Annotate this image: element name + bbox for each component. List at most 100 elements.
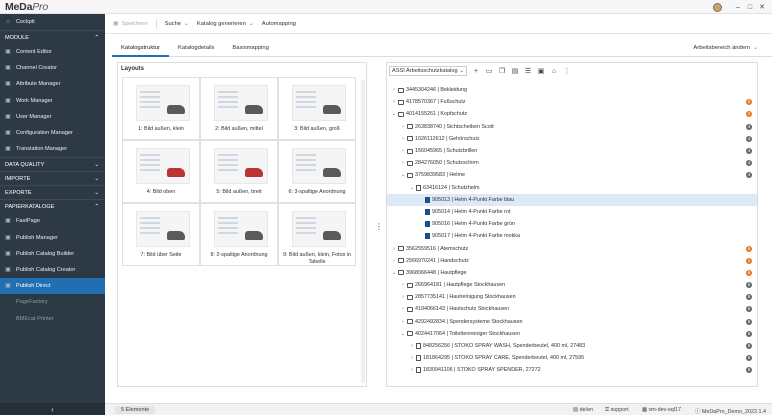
change-workspace-menu[interactable]: Arbeitsbereich ändern ⌄ [693,45,758,51]
chevron-right-icon[interactable]: › [391,99,397,105]
tab-basismapping[interactable]: Basismapping [223,40,277,57]
automapping-button[interactable]: Automapping [262,21,296,27]
tree-row[interactable]: › 181864295 | STOKO SPRAY CARE, Spenderbe… [387,352,757,364]
generate-catalog-menu[interactable]: Katalog generieren ⌄ [197,21,254,27]
sidebar-item-fastpage[interactable]: ▣ FastPage [0,213,105,229]
document-icon[interactable]: ▤ [511,67,519,75]
tree-row[interactable]: › 1830941106 | STOKO SPRAY SPENDER, 27272… [387,364,757,376]
sidebar-item-publish-catalog-builder[interactable]: ▣ Publish Catalog Builder [0,246,105,262]
sidebar-item-publish-direct[interactable]: ▣ Publish Direct [0,278,105,295]
tree-row[interactable]: › 4178570367 | Fußschutz 2 [387,96,757,108]
add-icon[interactable]: + [472,68,480,75]
sidebar-item-label: Publish Catalog Builder [16,250,75,257]
layout-option[interactable]: 3: Bild außen, groß [278,77,356,140]
sidebar-item-publish-catalog-creator[interactable]: ▣ Publish Catalog Creator [0,262,105,278]
save-button[interactable]: ▣ Speichern [113,21,148,27]
more-icon[interactable]: ⋮ [563,67,571,75]
preview-icon[interactable]: ▣ [537,67,545,75]
catalog-select[interactable]: ASSI Arbeitsschutzkatalog ⌄ [389,66,467,76]
tree-row[interactable]: › 1026112612 | Gehörschutz 4 [387,133,757,145]
tree-row[interactable]: › 263838740 | Sichtscheiben Scott 4 [387,121,757,133]
tree-row[interactable]: › 4292492834 | Spendersysteme Stockhausen… [387,316,757,328]
chevron-right-icon[interactable]: › [400,319,406,325]
tree-row[interactable]: › 848256256 | STOKO SPRAY WASH, Spenderbe… [387,340,757,352]
chevron-right-icon[interactable]: › [400,136,406,142]
sidebar-section-data-quality[interactable]: DATA QUALITY ⌄ [0,157,105,171]
sidebar-item-attribute-manager[interactable]: ▣ Attribute Manager [0,76,105,92]
sidebar-item-user-manager[interactable]: ▣ User Manager [0,109,105,125]
home-icon[interactable]: ⌂ [550,68,558,75]
tree-row[interactable]: › 3562559516 | Atemschutz 6 [387,242,757,254]
sidebar-item-configuration-manager[interactable]: ▣ Configuration Manager [0,125,105,141]
tree-row[interactable]: 905017 | Helm 4-Punkt Farbe mokka [387,230,757,242]
sidebar-item-cockpit[interactable]: ⌂ Cockpit [0,14,105,30]
tree-row[interactable]: ⌄ 4024417064 | Toilettenreiniger Stockhau… [387,328,757,340]
layout-option[interactable]: 2: Bild außen, mittel [200,77,278,140]
layout-option[interactable]: 7: Bild über Seite [122,203,200,266]
tree-row[interactable]: ⌄ 3968066448 | Hautpflege 6 [387,267,757,279]
chevron-right-icon[interactable]: › [409,343,415,349]
chevron-down-icon[interactable]: ⌄ [400,331,406,337]
copy-icon[interactable]: ❐ [498,67,506,75]
sidebar-item-publish-manager[interactable]: ▣ Publish Manager [0,230,105,246]
chevron-right-icon[interactable]: › [391,246,397,252]
language-switch[interactable]: ▤ de/en [573,407,593,413]
collapse-sidebar-button[interactable]: ‹ [0,403,105,415]
sidebar-section-exporte[interactable]: EXPORTE ⌄ [0,185,105,199]
chevron-right-icon[interactable]: › [409,367,415,373]
minimize-button[interactable]: – [732,4,744,11]
close-button[interactable]: ✕ [756,3,768,11]
tree-row[interactable]: ⌄ 3759839583 | Helme 4 [387,169,757,181]
sidebar-item-channel-creator[interactable]: ▣ Channel Creator [0,60,105,76]
sidebar-item-bmecat-printer[interactable]: BMEcat Printer [0,310,105,326]
chevron-right-icon[interactable]: › [400,160,406,166]
search-menu[interactable]: Suche ⌄ [165,21,189,27]
sidebar-item-pagefactory[interactable]: PageFactory [0,294,105,310]
layout-option[interactable]: 5: Bild außen, breit [200,140,278,203]
folder-icon[interactable]: ▭ [485,67,493,75]
sidebar-section-importe[interactable]: IMPORTE ⌄ [0,171,105,185]
chevron-right-icon[interactable]: › [391,258,397,264]
tree-row[interactable]: › 2566970241 | Handschutz 1 [387,255,757,267]
chevron-down-icon[interactable]: ⌄ [391,111,397,117]
layout-option[interactable]: 1: Bild außen, klein [122,77,200,140]
chevron-right-icon[interactable]: › [409,355,415,361]
layout-option[interactable]: 6: 3-spaltige Anordnung [278,140,356,203]
user-avatar[interactable] [713,2,722,12]
tree-row[interactable]: › 3445304246 | Bekleidung [387,84,757,96]
sidebar-item-translation-manager[interactable]: ▣ Translation Manager [0,141,105,157]
list-icon[interactable]: ☰ [524,67,532,75]
chevron-right-icon[interactable]: › [391,87,397,93]
tree-row[interactable]: 905016 | Helm 4-Punkt Farbe grün [387,218,757,230]
tree-row[interactable]: › 156045965 | Schutzbrillen 4 [387,145,757,157]
layout-option[interactable]: 8: 2-spaltige Anordnung [200,203,278,266]
chevron-down-icon[interactable]: ⌄ [409,185,415,191]
chevron-right-icon[interactable]: › [400,124,406,130]
tree-row[interactable]: 905013 | Helm 4-Punkt Farbe blau [387,193,757,206]
layout-option[interactable]: 9: Bild außen, klein, Fotos in Tabelle [278,203,356,266]
chevron-down-icon[interactable]: ⌄ [400,172,406,178]
tree-row[interactable]: › 4194066143 | Hautschutz Stockhausen 6 [387,303,757,315]
chevron-right-icon[interactable]: › [400,294,406,300]
sidebar-section-papierkataloge[interactable]: PAPIERKATALOGE ⌃ [0,199,105,213]
support-link[interactable]: ⚿ support [605,407,629,414]
maximize-button[interactable]: □ [744,4,756,11]
chevron-right-icon[interactable]: › [400,148,406,154]
sidebar-item-work-manager[interactable]: ▣ Work Manager [0,93,105,109]
tree-row[interactable]: 905014 | Helm 4-Punkt Farbe rot [387,206,757,218]
tab-katalogstruktur[interactable]: Katalogstruktur [112,40,169,57]
panel-splitter-handle[interactable]: ⋮ [375,222,383,231]
tree-row[interactable]: ⌄ 63416124 | Schutzhelm [387,182,757,194]
chevron-right-icon[interactable]: › [400,282,406,288]
tree-row[interactable]: › 284276050 | Schutzschirm 4 [387,157,757,169]
layouts-scrollbar[interactable] [361,80,365,383]
tree-row[interactable]: › 266964181 | Hautpflege Stockhausen 6 [387,279,757,291]
chevron-right-icon[interactable]: › [400,306,406,312]
tab-katalogdetails[interactable]: Katalogdetails [169,40,223,57]
tree-row[interactable]: ⌄ 4014155261 | Kopfschutz 4 [387,108,757,120]
sidebar-item-content-editor[interactable]: ▣ Content Editor [0,44,105,60]
layout-option[interactable]: 4: Bild oben [122,140,200,203]
sidebar-section-modules[interactable]: MODULE ⌃ [0,30,105,44]
chevron-down-icon[interactable]: ⌄ [391,270,397,276]
tree-row[interactable]: › 2857735141 | Hautreinigung Stockhausen 6 [387,291,757,303]
